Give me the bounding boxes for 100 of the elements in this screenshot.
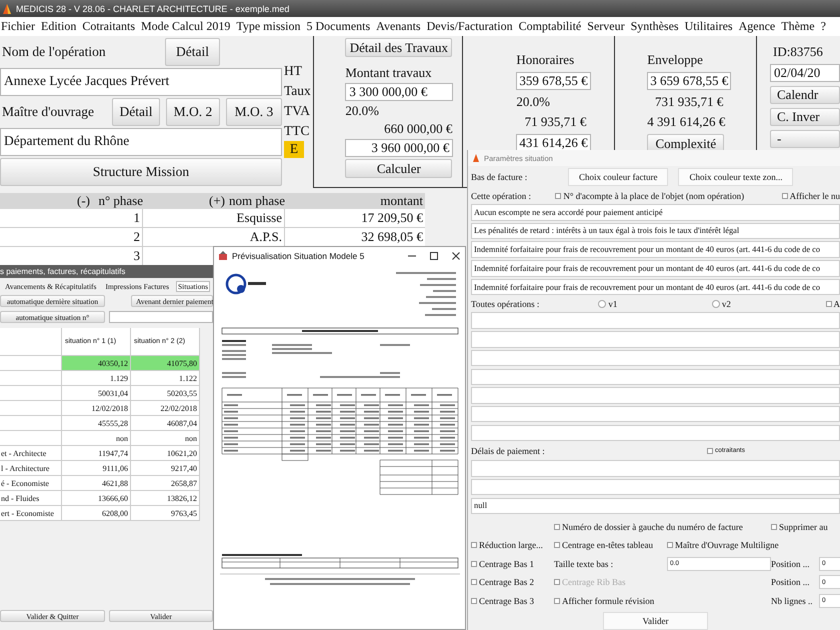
calculate-button[interactable]: Calculer	[345, 159, 452, 178]
window-title: Prévisualisation Situation Modele 5	[232, 250, 366, 260]
position-label: Position ...	[771, 577, 811, 588]
table-cell: 10621,20	[131, 446, 200, 460]
menu-item[interactable]: Serveur	[587, 19, 625, 34]
text-field[interactable]: Indemnité forfaitaire pour frais de recouvrement pour un montant de 40 euros (art. 441-6 du code de co	[471, 260, 840, 277]
table-cell: 11947,74	[62, 446, 131, 460]
envelope-ht-field[interactable]: 3 659 678,55 €	[647, 72, 732, 90]
close-icon[interactable]	[451, 250, 461, 260]
situation-number-field[interactable]	[109, 311, 213, 323]
fees-rate: 20.0%	[516, 94, 551, 110]
text-field[interactable]	[471, 368, 840, 385]
text-field[interactable]	[471, 331, 840, 348]
owner-button[interactable]: M.O. 2	[166, 98, 220, 126]
text-field[interactable]	[471, 350, 840, 366]
column-header: n° phase	[97, 193, 143, 209]
menu-item[interactable]: Mode Calcul 2019	[141, 19, 230, 34]
table-cell: non	[131, 431, 200, 445]
text-field[interactable]: Indemnité forfaitaire pour frais de recouvrement pour un montant de 40 euros (art. 441-6 du code de co	[471, 241, 840, 258]
owner-button[interactable]: M.O. 3	[226, 98, 282, 126]
text-field[interactable]	[471, 387, 840, 404]
text-field[interactable]	[471, 406, 840, 422]
radio-button[interactable]: v2	[712, 298, 826, 309]
menu-item[interactable]: Devis/Facturation	[426, 19, 513, 34]
checkbox[interactable]: Centrage Bas 1	[471, 558, 554, 569]
date-field[interactable]: 02/04/20	[770, 64, 840, 82]
mode-badge: E	[284, 141, 304, 158]
side-button[interactable]: -	[770, 130, 840, 148]
maximize-icon[interactable]	[429, 250, 439, 260]
table-cell: Esquisse	[143, 209, 285, 227]
menu-item[interactable]: 5 Documents	[306, 19, 370, 34]
menu-item[interactable]: Avenants	[376, 19, 421, 34]
color-choice-button[interactable]: Choix couleur facture	[568, 168, 668, 186]
operation-name-label: Nom de l'opération	[1, 44, 107, 60]
works-tva: 660 000,00 €	[383, 121, 452, 137]
fees-ht-field[interactable]: 359 678,55 €	[516, 72, 591, 90]
amount-label: TVA	[284, 103, 312, 120]
table-cell: et - Architecte	[0, 446, 62, 460]
checkbox[interactable]: A	[826, 298, 840, 309]
text-size-label: Taille texte bas :	[554, 558, 614, 569]
checkbox[interactable]: Centrage en-têtes tableau	[554, 540, 667, 550]
text-field[interactable]: null	[471, 498, 840, 514]
checkbox[interactable]: Centrage Bas 2	[471, 577, 554, 588]
owner-button[interactable]: Détail	[112, 98, 160, 126]
text-field[interactable]: Indemnité forfaitaire pour frais de recouvrement pour un montant de 40 euros (art. 441-6 du code de co	[471, 278, 840, 296]
checkbox[interactable]: Réduction large...	[471, 540, 554, 550]
payments-window-title: s paiements, factures, récapitulatifs	[0, 265, 213, 278]
table-cell: 13826,12	[131, 491, 200, 505]
menu-item[interactable]: Fichier	[1, 19, 35, 34]
validate-button[interactable]: Valider	[603, 612, 708, 630]
owner-field[interactable]: Département du Rhône	[0, 128, 282, 156]
radio-button[interactable]: v1	[598, 298, 712, 309]
text-field[interactable]	[471, 460, 840, 477]
table-cell: 1	[0, 209, 143, 227]
checkbox[interactable]: Afficher le nu	[782, 190, 840, 200]
text-field[interactable]: Les pénalités de retard : intérêts à un taux égal à trois fois le taux d'intérêt légal	[471, 222, 840, 240]
table-cell: non	[62, 431, 131, 445]
color-choice-button[interactable]: Choix couleur texte zon...	[678, 168, 794, 186]
checkbox[interactable]: Centrage Bas 3	[471, 596, 554, 606]
checkbox[interactable]: Numéro de dossier à gauche du numéro de facture	[554, 522, 771, 532]
menu-item[interactable]: Thème	[781, 19, 815, 34]
works-ht-field[interactable]: 3 300 000,00 €	[345, 83, 454, 101]
owner-label: Maître d'ouvrage	[1, 104, 96, 120]
works-detail-button[interactable]: Détail des Travaux	[345, 38, 452, 57]
checkbox[interactable]: N° d'acompte à la place de l'objet (nom opération)	[555, 190, 782, 200]
table-cell: 41075,80	[131, 356, 200, 370]
text-field[interactable]	[471, 312, 840, 329]
checkbox[interactable]: Afficher formule révision	[554, 596, 771, 606]
side-button[interactable]: Calendr	[770, 86, 840, 104]
structure-mission-button[interactable]: Structure Mission	[0, 158, 282, 186]
works-ttc-field[interactable]: 3 960 000,00 €	[345, 139, 454, 157]
table-cell: 12/02/2018	[62, 401, 131, 415]
table-cell: é - Economiste	[0, 476, 62, 490]
menu-item[interactable]: Edition	[41, 19, 76, 34]
text-field[interactable]	[471, 424, 840, 442]
checkbox[interactable]: Supprimer au	[771, 522, 840, 532]
operation-name-field[interactable]: Annexe Lycée Jacques Prévert	[0, 68, 282, 96]
detail-button[interactable]: Détail	[165, 38, 220, 66]
app-icon	[2, 2, 12, 14]
envelope-ttc: 4 391 614,26 €	[647, 114, 724, 130]
envelope-tva: 731 935,71 €	[654, 94, 724, 110]
table-cell: 9217,40	[131, 461, 200, 475]
table-cell: nd - Fluides	[0, 491, 62, 505]
menu-item[interactable]: ?	[820, 19, 826, 34]
text-field[interactable]	[471, 478, 840, 496]
menu-item[interactable]: Type mission	[236, 19, 301, 34]
window-title: MEDICIS 28 - V 28.06 - CHARLET ARCHITECTURE - exemple.med	[16, 4, 290, 14]
checkbox[interactable]: Maître d'Ouvrage Multiligne	[667, 540, 840, 550]
menu-item[interactable]: Cotraitants	[82, 19, 136, 34]
table-cell: 2	[0, 228, 143, 246]
table-cell: 46087,04	[131, 416, 200, 430]
menu-item[interactable]: Synthèses	[630, 19, 679, 34]
table-cell: 50031,04	[62, 386, 131, 400]
table-cell: 1.129	[62, 371, 131, 385]
text-field[interactable]: Aucun escompte ne sera accordé pour paiement anticipé	[471, 204, 840, 220]
table-cell-text: 32 698,05 €	[360, 228, 424, 246]
menu-item[interactable]: Agence	[738, 19, 776, 34]
menu-item[interactable]: Comptabilité	[518, 19, 582, 34]
menu-item[interactable]: Utilitaires	[684, 19, 733, 34]
side-button[interactable]: C. Inver	[770, 108, 840, 126]
